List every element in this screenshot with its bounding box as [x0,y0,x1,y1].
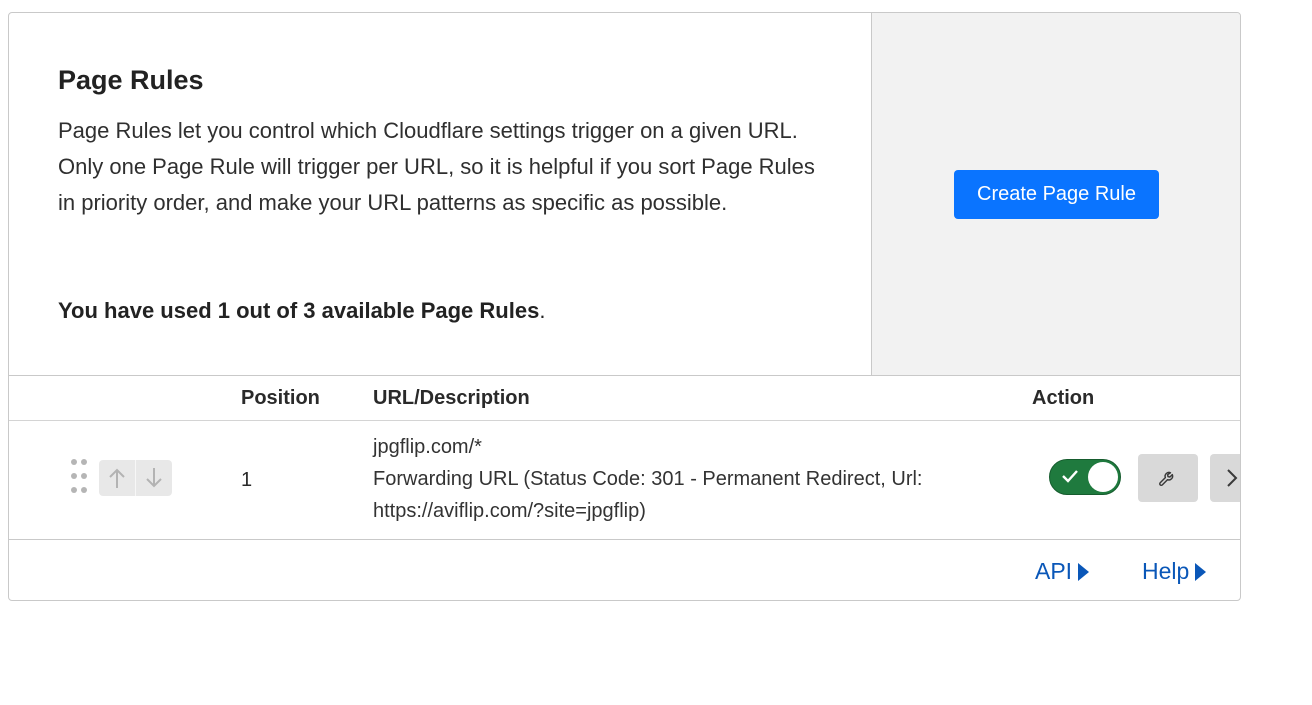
page-title: Page Rules [58,65,204,95]
help-link-label: Help [1142,558,1190,584]
rule-description-line-2: https://aviflip.com/?site=jpgflip) [373,500,646,522]
move-up-button[interactable] [99,460,135,496]
page-rules-description: Page Rules let you control which Cloudfl… [58,118,815,215]
create-panel: Create Page Rule [871,13,1240,375]
rule-description-line-1: Forwarding URL (Status Code: 301 - Perma… [373,468,923,490]
drag-handle-icon[interactable] [71,459,87,493]
api-link-label: API [1035,558,1073,584]
check-icon [1062,470,1078,483]
arrow-up-icon [109,468,125,488]
arrow-down-icon [145,468,162,488]
rule-url: jpgflip.com/* [373,436,482,458]
api-link[interactable]: API [1035,558,1090,585]
caret-right-icon [1195,562,1207,581]
reorder-buttons [99,460,172,496]
rule-enabled-toggle[interactable] [1049,459,1121,495]
move-down-button[interactable] [135,460,171,496]
usage-count: You have used 1 out of 3 available Page … [58,298,540,323]
rule-position: 1 [241,469,253,491]
rule-url-description: jpgflip.com/* Forwarding URL (Status Cod… [373,431,1013,527]
wrench-icon [1159,471,1174,487]
table-row: 1 jpgflip.com/* Forwarding URL (Status C… [9,419,1240,540]
column-header-position: Position [241,387,320,409]
chevron-right-icon [1227,469,1238,487]
table-header: Position URL/Description Action [9,375,1240,421]
page-rules-intro: Page Rules Page Rules let you control wh… [9,13,871,375]
caret-right-icon [1078,562,1090,581]
page-rules-card: Page Rules Page Rules let you control wh… [8,12,1241,601]
create-page-rule-button[interactable]: Create Page Rule [954,170,1159,219]
usage-summary: You have used 1 out of 3 available Page … [58,293,545,329]
more-options-button[interactable] [1210,454,1240,502]
edit-rule-button[interactable] [1138,454,1198,502]
column-header-url: URL/Description [373,387,530,409]
toggle-knob [1088,462,1118,492]
usage-period: . [539,298,546,323]
card-footer: API Help [9,540,1240,600]
column-header-action: Action [1032,387,1095,409]
help-link[interactable]: Help [1142,558,1207,585]
